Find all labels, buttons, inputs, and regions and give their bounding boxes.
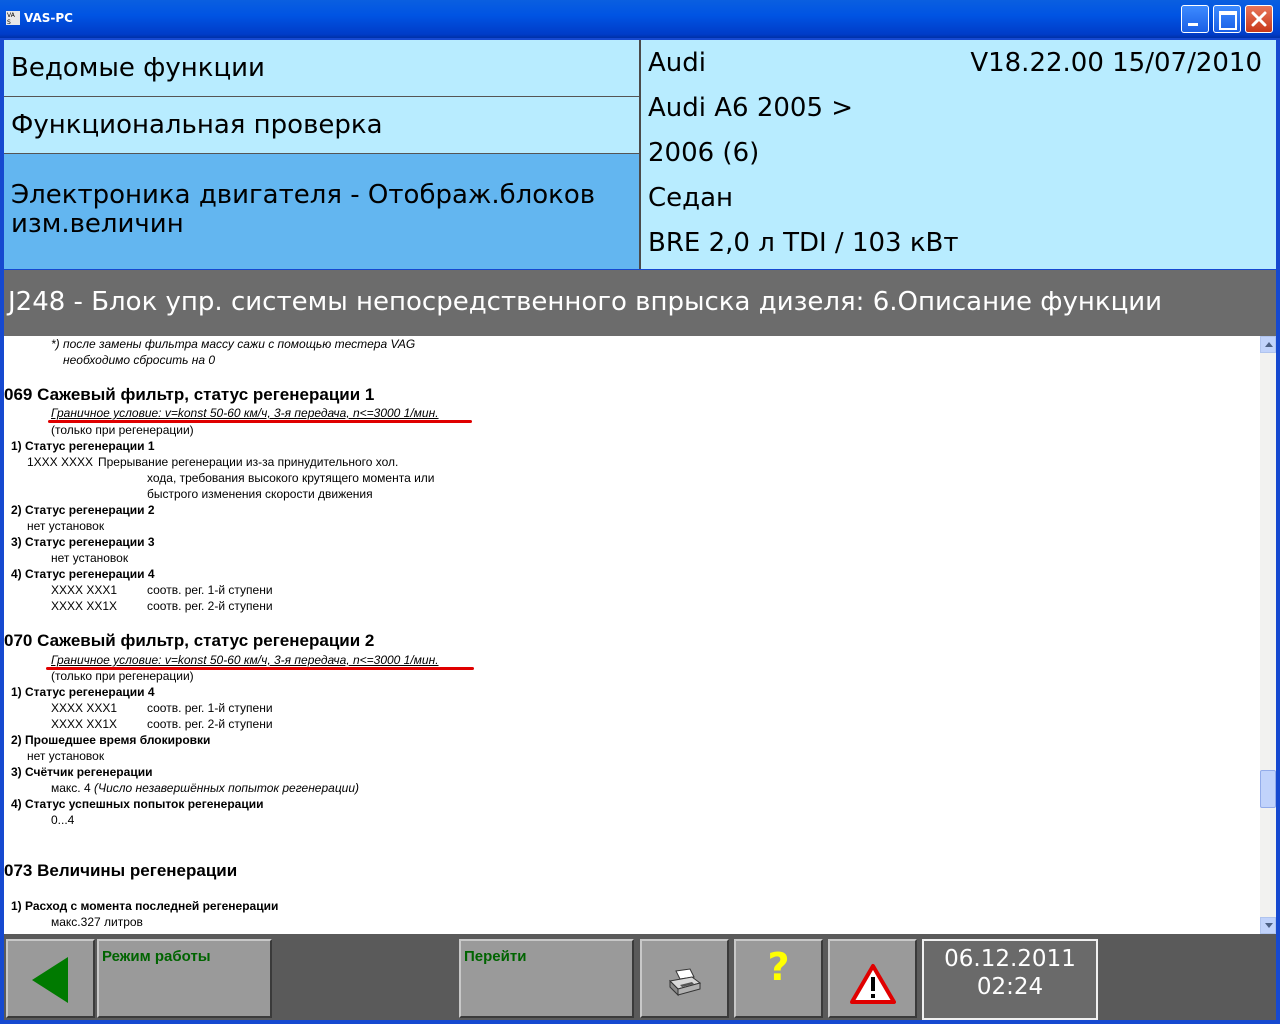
- note-line: *) после замены фильтра массу сажи с пом…: [51, 337, 416, 351]
- section-title-070: 070 Сажевый фильтр, статус регенерации 2: [4, 631, 375, 650]
- vehicle-body: Седан: [648, 183, 734, 213]
- window-title: VAS-PC: [24, 11, 73, 25]
- svg-text:VA: VA: [7, 12, 16, 19]
- path-item-current-function[interactable]: Электроника двигателя - Отображ.блоков и…: [4, 154, 639, 269]
- item-value: макс.327 литров: [51, 915, 143, 929]
- back-arrow-icon: [32, 957, 68, 1003]
- path-item-guided-functions[interactable]: Ведомые функции: [4, 40, 639, 97]
- print-button[interactable]: [640, 939, 729, 1018]
- current-function-line1: Электроника двигателя - Отображ.блоков: [11, 180, 596, 210]
- regen-only-note: (только при регенерации): [51, 423, 194, 437]
- vehicle-info-panel: Audi V18.22.00 15/07/2010 Audi A6 2005 >…: [641, 40, 1276, 269]
- list-item: 1) Расход с момента последней регенераци…: [11, 899, 279, 913]
- list-item: 1) Статус регенерации 1: [11, 439, 155, 453]
- code-description: Прерывание регенерации из-за принудитель…: [98, 455, 399, 469]
- item-value: нет установок: [27, 749, 105, 763]
- function-path-panel: Ведомые функции Функциональная проверка …: [4, 40, 641, 269]
- vehicle-year: 2006 (6): [648, 138, 760, 168]
- vehicle-engine: BRE 2,0 л TDI / 103 кВт: [648, 228, 959, 258]
- help-icon: ?: [767, 945, 790, 989]
- date-time-display: 06.12.2011 02:24: [922, 939, 1098, 1020]
- minimize-button[interactable]: [1181, 5, 1209, 33]
- close-button[interactable]: [1245, 5, 1273, 33]
- vas-app-icon: VA S: [6, 11, 20, 25]
- goto-label: Перейти: [464, 948, 527, 965]
- code-value: XXXX XX1X: [51, 599, 118, 613]
- list-item: 4) Статус успешных попыток регенерации: [11, 797, 264, 811]
- vehicle-model: Audi A6 2005 >: [648, 93, 854, 123]
- list-item: 1) Статус регенерации 4: [11, 685, 155, 699]
- code-description: соотв. рег. 1-й ступени: [147, 701, 273, 715]
- chevron-down-icon: [1265, 923, 1273, 928]
- list-item: 4) Статус регенерации 4: [11, 567, 155, 581]
- code-value: XXXX XXX1: [51, 701, 118, 715]
- printer-icon: [668, 968, 702, 997]
- software-version: V18.22.00 15/07/2010: [970, 48, 1262, 78]
- maximize-button[interactable]: [1213, 5, 1241, 33]
- current-date: 06.12.2011: [944, 946, 1076, 972]
- document-title: J248 - Блок упр. системы непосредственно…: [8, 287, 1163, 317]
- section-title-073: 073 Величины регенерации: [4, 861, 238, 880]
- boundary-condition: Граничное условие: v=konst 50-60 км/ч, 3…: [51, 653, 439, 667]
- mode-button[interactable]: Режим работы: [97, 939, 272, 1018]
- vehicle-make: Audi: [648, 48, 706, 78]
- item-value: нет установок: [51, 551, 129, 565]
- scrollbar-thumb[interactable]: [1260, 770, 1276, 808]
- path-item-function-test[interactable]: Функциональная проверка: [4, 97, 639, 154]
- code-description: соотв. рег. 1-й ступени: [147, 583, 273, 597]
- document-header: J248 - Блок упр. системы непосредственно…: [4, 270, 1276, 336]
- mode-label: Режим работы: [102, 948, 211, 965]
- list-item: 2) Прошедшее время блокировки: [11, 733, 211, 747]
- svg-text:S: S: [7, 19, 11, 25]
- item-value: нет установок: [27, 519, 105, 533]
- code-description: соотв. рег. 2-й ступени: [147, 717, 273, 731]
- list-item: 3) Статус регенерации 3: [11, 535, 155, 549]
- code-description: быстрого изменения скорости движения: [147, 487, 373, 501]
- code-description: хода, требования высокого крутящего моме…: [147, 471, 435, 485]
- back-button[interactable]: [6, 939, 95, 1018]
- item-value: макс. 4 (Число незавершённых попыток рег…: [51, 781, 359, 795]
- code-value: XXXX XXX1: [51, 583, 118, 597]
- title-bar[interactable]: VA S VAS-PC: [0, 0, 1280, 38]
- regen-counter-note: (Число незавершённых попыток регенерации…: [94, 781, 360, 795]
- list-item: 2) Статус регенерации 2: [11, 503, 155, 517]
- code-value: XXXX XX1X: [51, 717, 118, 731]
- minimize-icon: [1188, 23, 1198, 26]
- maximize-icon: [1219, 11, 1237, 30]
- help-button[interactable]: ?: [734, 939, 823, 1018]
- note-line: необходимо сбросить на 0: [63, 353, 216, 367]
- warning-triangle-icon: [850, 964, 896, 1004]
- list-item: 3) Счётчик регенерации: [11, 765, 153, 779]
- close-icon: [1251, 11, 1267, 27]
- item-value: 0...4: [51, 813, 75, 827]
- scroll-down-button[interactable]: [1260, 917, 1276, 934]
- code-description: соотв. рег. 2-й ступени: [147, 599, 273, 613]
- code-value: 1XXX XXXX: [27, 455, 94, 469]
- section-title-069: 069 Сажевый фильтр, статус регенерации 1: [4, 385, 375, 404]
- current-time: 02:24: [976, 974, 1044, 1000]
- warning-button[interactable]: [828, 939, 917, 1018]
- bottom-toolbar: Режим работы Перейти ? 06.12.2011 02:24: [4, 934, 1276, 1020]
- regen-counter-max: макс. 4: [51, 781, 91, 795]
- chevron-up-icon: [1265, 342, 1273, 347]
- boundary-condition: Граничное условие: v=konst 50-60 км/ч, 3…: [51, 406, 439, 420]
- document-viewer[interactable]: *) после замены фильтра массу сажи с пом…: [4, 336, 1260, 934]
- vertical-scrollbar[interactable]: [1260, 336, 1276, 934]
- regen-only-note: (только при регенерации): [51, 669, 194, 683]
- goto-button[interactable]: Перейти: [459, 939, 634, 1018]
- scroll-up-button[interactable]: [1260, 336, 1276, 353]
- current-function-line2: изм.величин: [11, 209, 184, 239]
